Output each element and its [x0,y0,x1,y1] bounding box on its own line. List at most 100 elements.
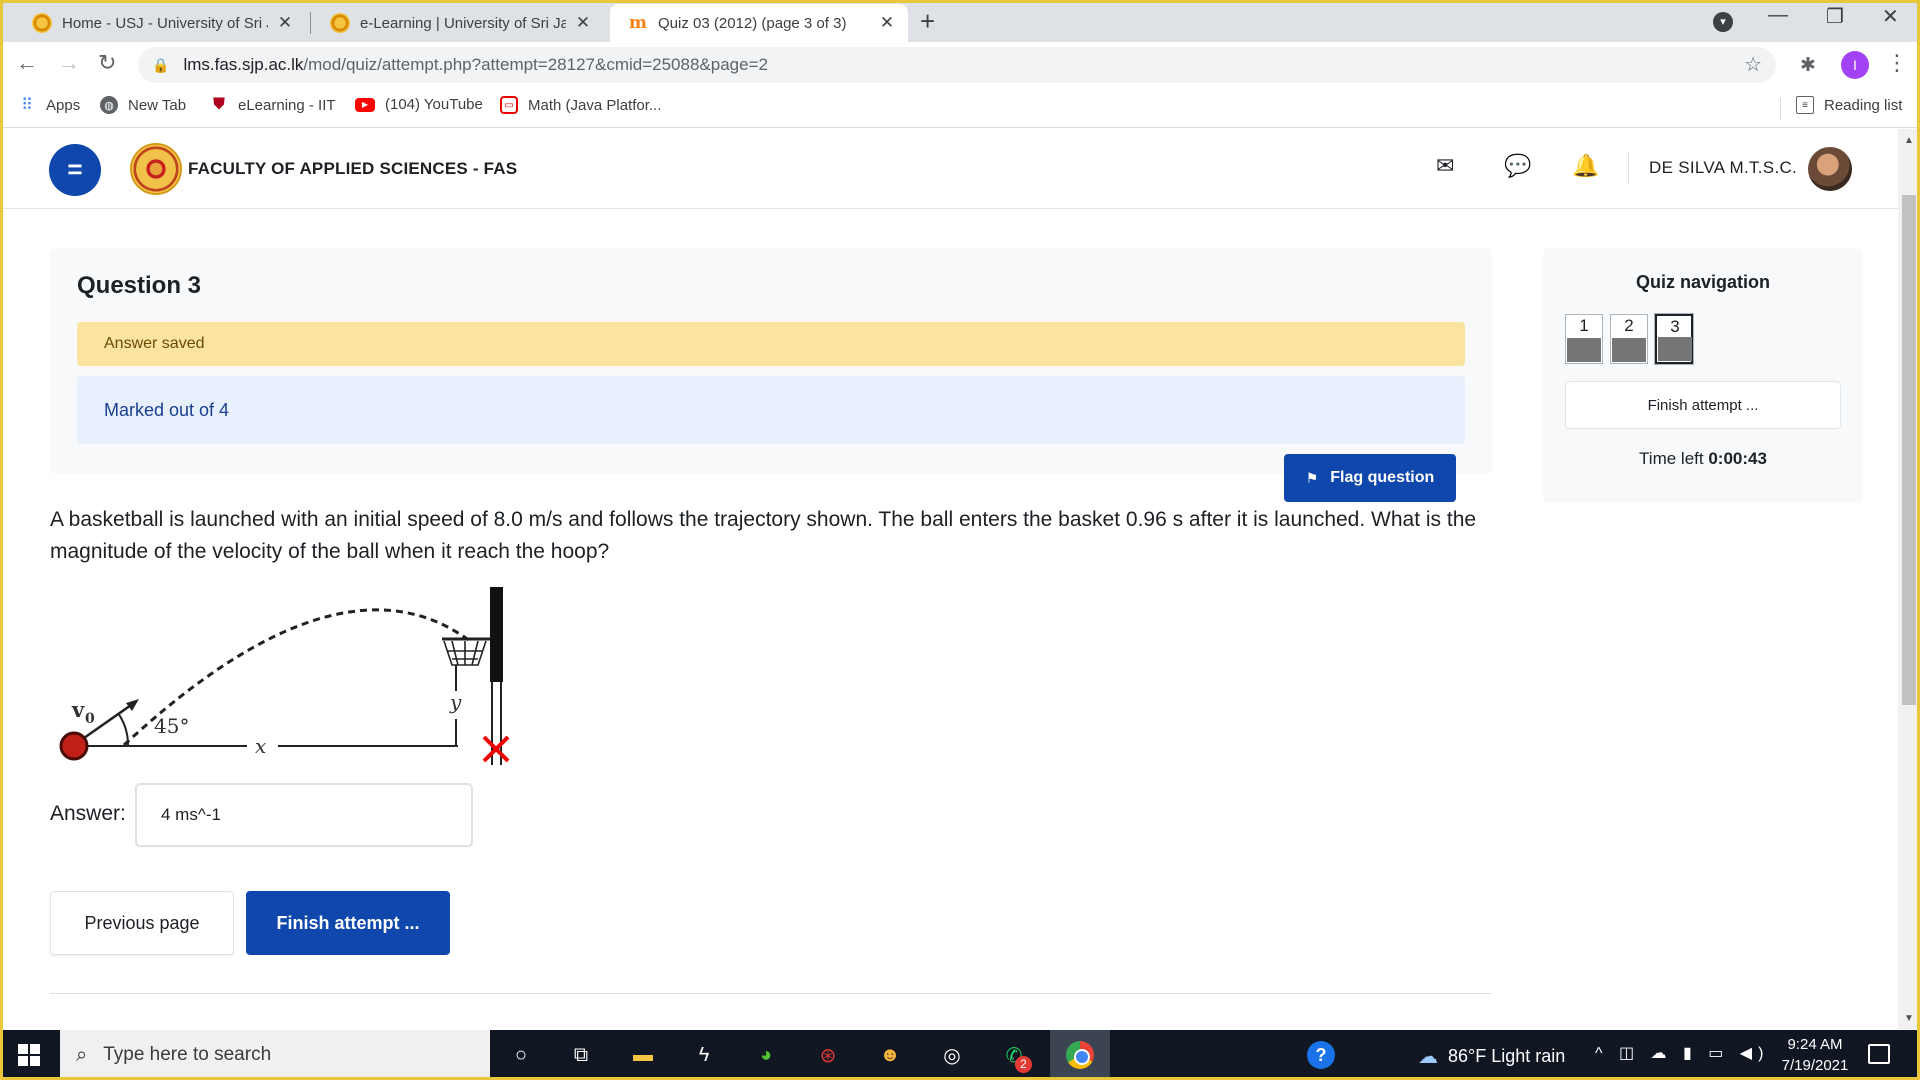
taskbar-search[interactable]: ⌕ Type here to search [60,1030,490,1080]
bookmark-elearning-iit[interactable]: ⛊ eLearning - IIT [210,96,336,114]
new-tab-button[interactable]: + [920,6,935,37]
user-name[interactable]: DE SILVA M.T.S.C. [1649,158,1797,178]
nav-finish-attempt-button[interactable]: Finish attempt ... [1565,381,1841,429]
bookmark-star-icon[interactable]: ☆ [1744,52,1762,77]
scroll-up-icon[interactable]: ▲ [1904,135,1914,146]
red-app-icon[interactable]: ⊛ [812,1039,844,1071]
reload-icon[interactable]: ↻ [98,50,116,76]
weather-widget[interactable]: ☁ 86°F Light rain [1418,1044,1565,1069]
answer-input[interactable] [135,783,473,847]
help-icon[interactable]: ? [1307,1041,1335,1069]
question-text: A basketball is launched with an initial… [50,508,1477,563]
bookmark-apps[interactable]: ⠿ Apps [18,96,80,115]
reading-list-icon: ≡ [1796,96,1814,114]
obs-icon[interactable]: ◎ [936,1039,968,1071]
windows-taskbar: ⌕ Type here to search ○ ⧉ ▬ ϟ ◕ ⊛ ☻ ◎ ✆ 2… [0,1030,1920,1080]
bookmark-label: Math (Java Platfor... [528,96,662,114]
angle-arc [117,712,130,746]
tab-close-icon[interactable]: ✕ [274,13,296,33]
scrollbar-thumb[interactable] [1902,195,1916,705]
basketball [59,731,89,761]
site-brand[interactable]: FACULTY OF APPLIED SCIENCES - FAS [188,159,517,179]
tab-close-icon[interactable]: ✕ [876,13,898,33]
chrome-icon[interactable] [1064,1039,1096,1071]
scroll-down-icon[interactable]: ▼ [1904,1013,1914,1024]
forward-arrow-icon[interactable]: → [58,50,80,76]
quiz-nav-number: 2 [1624,316,1634,335]
chat-bubble-icon[interactable]: 💬 [1504,153,1531,179]
tab-title: e-Learning | University of Sri Jaye [360,14,566,32]
tab-close-icon[interactable]: ✕ [572,13,594,33]
quiz-nav-question-3[interactable]: 3 [1655,314,1693,364]
nav-drawer-button[interactable]: = [49,144,101,196]
cortana-circle-icon[interactable]: ○ [505,1039,537,1071]
clock-date: 7/19/2021 [1781,1057,1849,1074]
site-header: = FACULTY OF APPLIED SCIENCES - FAS ✉ 💬 … [0,129,1898,209]
taskbar-clock[interactable]: 9:24 AM 7/19/2021 [1770,1034,1860,1076]
system-tray-icons[interactable]: ^ ◫ ☁ ▮ ▭ ◀) [1595,1043,1769,1063]
tab-title: Home - USJ - University of Sri Jay [62,14,268,32]
reading-list[interactable]: ≡ Reading list [1796,96,1902,114]
answered-indicator [1567,338,1601,362]
flag-icon: ⚑ [1305,469,1319,486]
previous-page-button[interactable]: Previous page [50,891,234,955]
browser-menu-icon[interactable]: ⋮ [1886,50,1908,76]
file-explorer-icon[interactable]: ▬ [627,1039,659,1071]
back-arrow-icon[interactable]: ← [16,50,38,76]
notification-center-icon[interactable] [1868,1044,1890,1064]
quiz-nav-question-1[interactable]: 1 [1565,314,1603,364]
restore-icon[interactable]: ❐ [1826,4,1844,29]
lock-icon: 🔒 [152,56,170,73]
x-label: x [255,734,266,758]
flag-question-button[interactable]: ⚑ Flag question [1284,454,1456,502]
tab-home-usj[interactable]: Home - USJ - University of Sri Jay ✕ [14,4,306,42]
moodle-favicon-icon: m [629,13,647,33]
extensions-puzzle-icon[interactable]: ✱ [1800,54,1816,77]
bookmark-label: New Tab [128,96,187,114]
bookmark-new-tab[interactable]: ◍ New Tab [100,96,186,114]
quiz-nav-number: 3 [1670,317,1680,336]
windows-start-icon[interactable] [18,1044,40,1066]
answered-indicator [1612,338,1646,362]
youtube-icon: ▶ [355,97,375,112]
search-placeholder: Type here to search [103,1044,272,1065]
bookmark-youtube[interactable]: ▶ (104) YouTube [355,96,483,113]
quiz-nav-number: 1 [1579,316,1589,335]
page-scrollbar[interactable]: ▲ ▼ [1898,129,1920,1029]
character-app-icon[interactable]: ☻ [874,1039,906,1071]
bookmark-math-java[interactable]: ▭ Math (Java Platfor... [500,96,661,114]
tab-search-icon[interactable]: ▾ [1713,12,1733,32]
bookmarks-separator [1780,98,1781,120]
lightning-app-icon[interactable]: ϟ [688,1039,720,1071]
minimize-icon[interactable]: — [1768,4,1788,27]
whatsapp-icon[interactable]: ✆ 2 [998,1039,1032,1073]
globe-app-icon[interactable]: ◕ [750,1039,782,1071]
finish-attempt-button[interactable]: Finish attempt ... [246,891,450,955]
url-host: lms.fas.sjp.ac.lk [183,55,304,74]
globe-icon: ◍ [100,96,118,114]
header-divider [1628,151,1629,185]
shield-icon: ⛊ [212,96,225,113]
bookmarks-bar: ⠿ Apps ◍ New Tab ⛊ eLearning - IIT ▶ (10… [0,88,1920,128]
usj-favicon-icon [330,13,350,33]
quiz-nav-question-2[interactable]: 2 [1610,314,1648,364]
user-avatar[interactable] [1808,147,1852,191]
messages-envelope-icon[interactable]: ✉ [1436,153,1454,179]
tab-quiz-active[interactable]: m Quiz 03 (2012) (page 3 of 3) ✕ [610,4,908,42]
task-view-icon[interactable]: ⧉ [565,1039,597,1071]
question-number: Question 3 [77,272,202,299]
tab-elearning[interactable]: e-Learning | University of Sri Jaye ✕ [312,4,604,42]
reading-list-label: Reading list [1824,96,1903,114]
angle-label: 45° [154,714,189,738]
question-grade: Marked out of 4 [77,376,1465,444]
notifications-bell-icon[interactable]: 🔔 [1572,153,1599,179]
math-icon: ▭ [500,96,518,114]
address-bar[interactable]: 🔒 lms.fas.sjp.ac.lk/mod/quiz/attempt.php… [138,47,1776,83]
usj-logo[interactable] [130,143,182,195]
window-close-icon[interactable]: ✕ [1882,4,1899,29]
profile-avatar[interactable]: I [1841,51,1869,79]
whatsapp-badge: 2 [1015,1056,1032,1073]
v0-subscript: 0 [85,711,95,727]
search-icon: ⌕ [76,1043,88,1066]
quiz-navigation-title: Quiz navigation [1635,272,1770,292]
